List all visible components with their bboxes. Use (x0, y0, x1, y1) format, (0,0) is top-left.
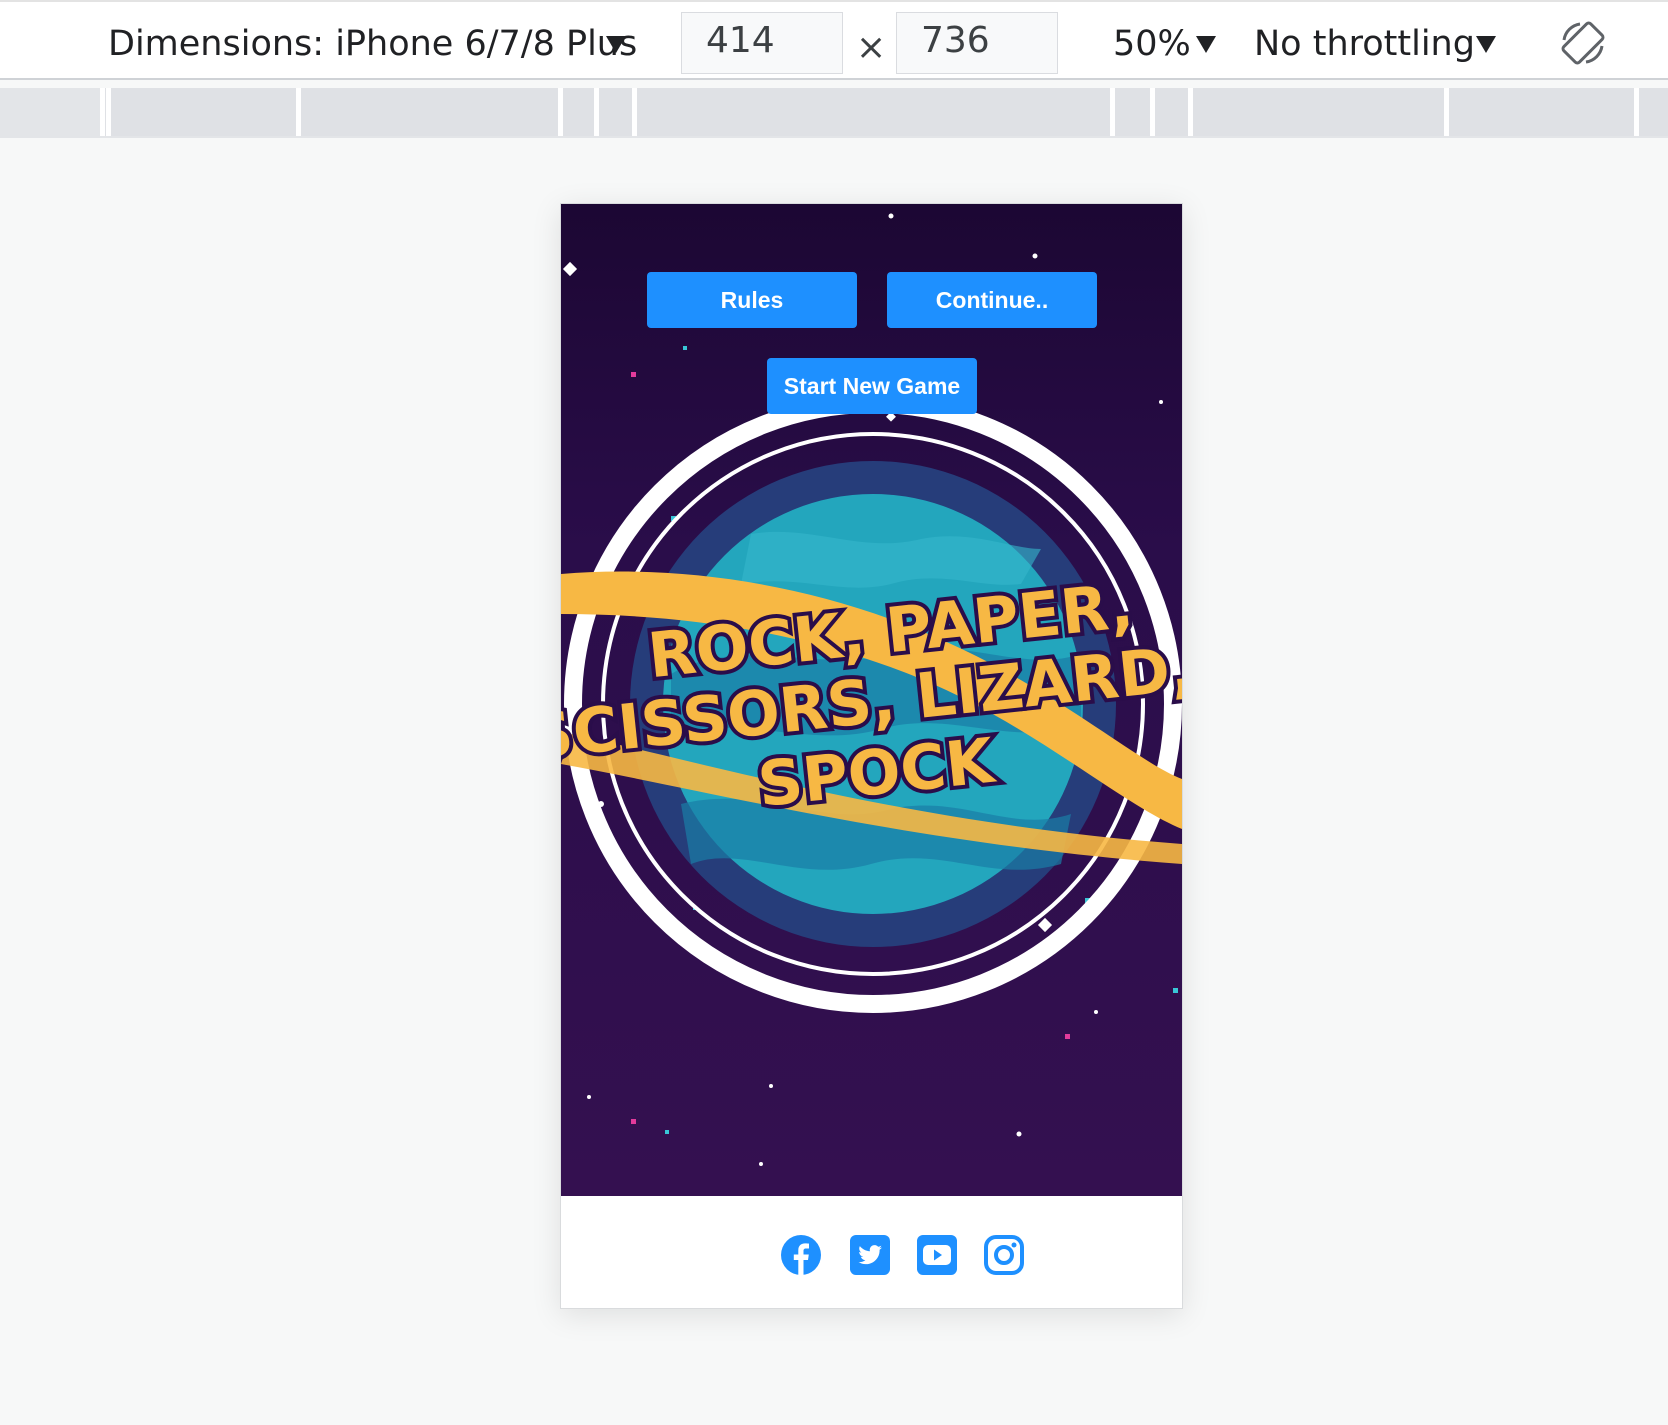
zoom-select[interactable]: 50% (1113, 22, 1191, 66)
continue-button[interactable]: Continue.. (887, 272, 1097, 328)
device-viewport: ROCK, PAPER, SCISSORS, LIZARD, SPOCK Rul… (560, 203, 1183, 1309)
media-query-segment[interactable] (1634, 88, 1668, 136)
facebook-icon[interactable] (780, 1234, 822, 1276)
device-toolbar: Dimensions: iPhone 6/7/8 Plus 414 × 736 … (0, 0, 1668, 80)
media-query-segment[interactable] (106, 88, 296, 136)
throttling-select[interactable]: No throttling (1254, 22, 1475, 66)
media-query-segment[interactable] (1150, 88, 1188, 136)
dimensions-select[interactable]: Dimensions: iPhone 6/7/8 Plus (108, 22, 637, 66)
media-query-segment[interactable] (594, 88, 632, 136)
footer (561, 1196, 1182, 1308)
caret-down-icon[interactable] (606, 36, 626, 53)
times-symbol: × (856, 27, 887, 68)
media-query-segment[interactable] (558, 88, 594, 136)
media-query-segment[interactable] (632, 88, 1110, 136)
start-new-game-button[interactable]: Start New Game (767, 358, 977, 414)
media-query-segment[interactable] (1444, 88, 1634, 136)
youtube-icon[interactable] (916, 1234, 958, 1276)
rules-button[interactable]: Rules (647, 272, 857, 328)
caret-down-icon[interactable] (1476, 36, 1496, 53)
media-query-segment[interactable] (1188, 88, 1444, 136)
caret-down-icon[interactable] (1196, 36, 1216, 53)
rotate-icon[interactable] (1558, 18, 1608, 68)
instagram-icon[interactable] (983, 1234, 1025, 1276)
media-query-segment[interactable] (1110, 88, 1150, 136)
width-input[interactable]: 414 (681, 12, 843, 74)
height-input[interactable]: 736 (896, 12, 1058, 74)
game-hero: ROCK, PAPER, SCISSORS, LIZARD, SPOCK Rul… (561, 204, 1182, 1196)
media-query-bar (0, 88, 1668, 138)
twitter-icon[interactable] (849, 1234, 891, 1276)
media-query-segment[interactable] (296, 88, 558, 136)
game-logo-artwork: ROCK, PAPER, SCISSORS, LIZARD, SPOCK (561, 213, 1182, 1166)
